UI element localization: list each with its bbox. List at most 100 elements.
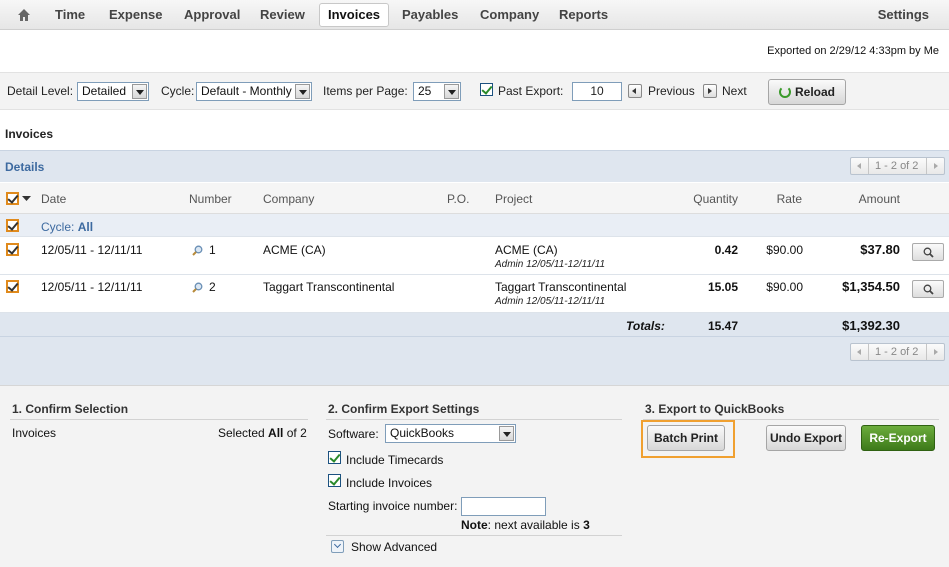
nav-company[interactable]: Company xyxy=(472,3,547,27)
batch-print-button[interactable]: Batch Print xyxy=(647,425,725,451)
past-export-checkbox[interactable] xyxy=(480,83,493,96)
divider xyxy=(0,336,949,337)
magnifier-icon xyxy=(923,247,934,258)
col-quantity[interactable]: Quantity xyxy=(693,192,738,206)
include-invoices-label: Include Invoices xyxy=(346,476,433,490)
nav-time[interactable]: Time xyxy=(47,3,93,27)
magnifier-icon[interactable] xyxy=(192,282,203,293)
chevron-down-icon xyxy=(444,84,459,99)
cycle-select[interactable]: Default - Monthly xyxy=(196,82,312,101)
nav-payables[interactable]: Payables xyxy=(394,3,466,27)
show-advanced-link[interactable]: Show Advanced xyxy=(351,540,437,554)
row-quantity: 15.05 xyxy=(707,280,738,294)
pager-prev-icon[interactable] xyxy=(851,344,869,360)
nav-review[interactable]: Review xyxy=(252,3,313,27)
chevron-down-icon xyxy=(295,84,310,99)
row-rate: $90.00 xyxy=(766,243,803,257)
include-timecards-label: Include Timecards xyxy=(346,453,444,467)
detail-level-select[interactable]: Detailed xyxy=(77,82,149,101)
col-date[interactable]: Date xyxy=(41,192,66,206)
row-number-link[interactable]: 1 xyxy=(209,243,216,257)
row-company: ACME (CA) xyxy=(263,243,326,257)
totals-amount: $1,392.30 xyxy=(842,318,900,333)
cycle-group-row: Cycle: All xyxy=(0,214,949,237)
pager-text: 1 - 2 of 2 xyxy=(875,160,919,172)
table-row: 12/05/11 - 12/11/11 1 ACME (CA) ACME (CA… xyxy=(0,237,949,275)
col-po[interactable]: P.O. xyxy=(447,192,469,206)
chevron-down-icon xyxy=(499,426,514,441)
row-project-sub: Admin 12/05/11-12/11/11 xyxy=(495,296,606,307)
row-project: ACME (CA) xyxy=(495,243,558,257)
cycle-group-label: Cycle: All xyxy=(41,220,94,234)
exported-status: Exported on 2/29/12 4:33pm by Me xyxy=(767,45,939,57)
past-export-input[interactable]: 10 xyxy=(572,82,622,101)
include-invoices-checkbox[interactable] xyxy=(328,474,341,487)
next-available-note: Note: next available is 3 xyxy=(461,518,590,532)
items-per-page-label: Items per Page: xyxy=(323,84,408,98)
footer-pager: 1 - 2 of 2 xyxy=(850,343,945,361)
cycle-value: Default - Monthly xyxy=(201,84,292,98)
include-timecards-checkbox[interactable] xyxy=(328,451,341,464)
export-panel: 1. Confirm Selection Invoices Selected A… xyxy=(0,385,949,567)
details-title: Details xyxy=(5,160,45,174)
col-amount[interactable]: Amount xyxy=(859,192,900,206)
reload-button[interactable]: Reload xyxy=(768,79,846,105)
pager-next-icon[interactable] xyxy=(926,344,944,360)
chevron-down-icon[interactable] xyxy=(331,540,344,553)
previous-arrow-icon[interactable] xyxy=(628,84,642,98)
next-link[interactable]: Next xyxy=(722,84,747,98)
table-row: 12/05/11 - 12/11/11 2 Taggart Transconti… xyxy=(0,275,949,313)
row-rate: $90.00 xyxy=(766,280,803,294)
select-all-checkbox[interactable] xyxy=(6,192,19,205)
starting-invoice-input[interactable] xyxy=(461,497,546,516)
row-date: 12/05/11 - 12/11/11 xyxy=(41,280,143,294)
next-arrow-icon[interactable] xyxy=(703,84,717,98)
past-export-label: Past Export: xyxy=(498,84,564,98)
step3-title: 3. Export to QuickBooks xyxy=(645,402,785,416)
details-header: Details 1 - 2 of 2 xyxy=(0,150,949,182)
items-per-page-select[interactable]: 25 xyxy=(413,82,461,101)
nav-expense[interactable]: Expense xyxy=(101,3,170,27)
software-value: QuickBooks xyxy=(390,426,455,440)
top-navigation: Time Expense Approval Review Invoices Pa… xyxy=(0,0,949,30)
nav-settings[interactable]: Settings xyxy=(878,3,929,27)
step2-title: 2. Confirm Export Settings xyxy=(328,402,480,416)
software-select[interactable]: QuickBooks xyxy=(385,424,516,443)
previous-link[interactable]: Previous xyxy=(648,84,695,98)
nav-invoices[interactable]: Invoices xyxy=(319,3,390,27)
cycle-group-checkbox[interactable] xyxy=(6,219,19,232)
row-quantity: 0.42 xyxy=(714,243,738,257)
details-pager: 1 - 2 of 2 xyxy=(850,157,945,175)
totals-label: Totals: xyxy=(626,319,665,333)
pager-prev-icon[interactable] xyxy=(851,158,869,174)
row-amount: $37.80 xyxy=(860,242,900,257)
row-checkbox[interactable] xyxy=(6,243,19,256)
items-per-page-value: 25 xyxy=(418,84,432,98)
col-company[interactable]: Company xyxy=(263,192,314,206)
section-title: Invoices xyxy=(5,127,54,141)
undo-export-button[interactable]: Undo Export xyxy=(766,425,846,451)
divider xyxy=(326,419,622,420)
chevron-down-icon[interactable] xyxy=(22,196,31,202)
pager-next-icon[interactable] xyxy=(926,158,944,174)
row-project-sub: Admin 12/05/11-12/11/11 xyxy=(495,259,606,270)
row-number-link[interactable]: 2 xyxy=(209,280,216,294)
software-label: Software: xyxy=(328,427,379,441)
step1-selected-count: Selected All of 2 xyxy=(218,426,307,440)
row-view-button[interactable] xyxy=(912,243,944,261)
nav-reports[interactable]: Reports xyxy=(551,3,616,27)
magnifier-icon[interactable] xyxy=(192,245,203,256)
starting-invoice-label: Starting invoice number: xyxy=(328,499,458,513)
nav-approval[interactable]: Approval xyxy=(176,3,248,27)
col-number[interactable]: Number xyxy=(189,192,232,206)
row-view-button[interactable] xyxy=(912,280,944,298)
reload-icon xyxy=(778,86,791,98)
step1-invoices-label: Invoices xyxy=(12,426,57,440)
divider xyxy=(10,419,308,420)
home-icon[interactable] xyxy=(17,8,31,22)
col-project[interactable]: Project xyxy=(495,192,532,206)
col-rate[interactable]: Rate xyxy=(777,192,802,206)
re-export-button[interactable]: Re-Export xyxy=(861,425,935,451)
row-project: Taggart Transcontinental xyxy=(495,280,627,294)
row-checkbox[interactable] xyxy=(6,280,19,293)
